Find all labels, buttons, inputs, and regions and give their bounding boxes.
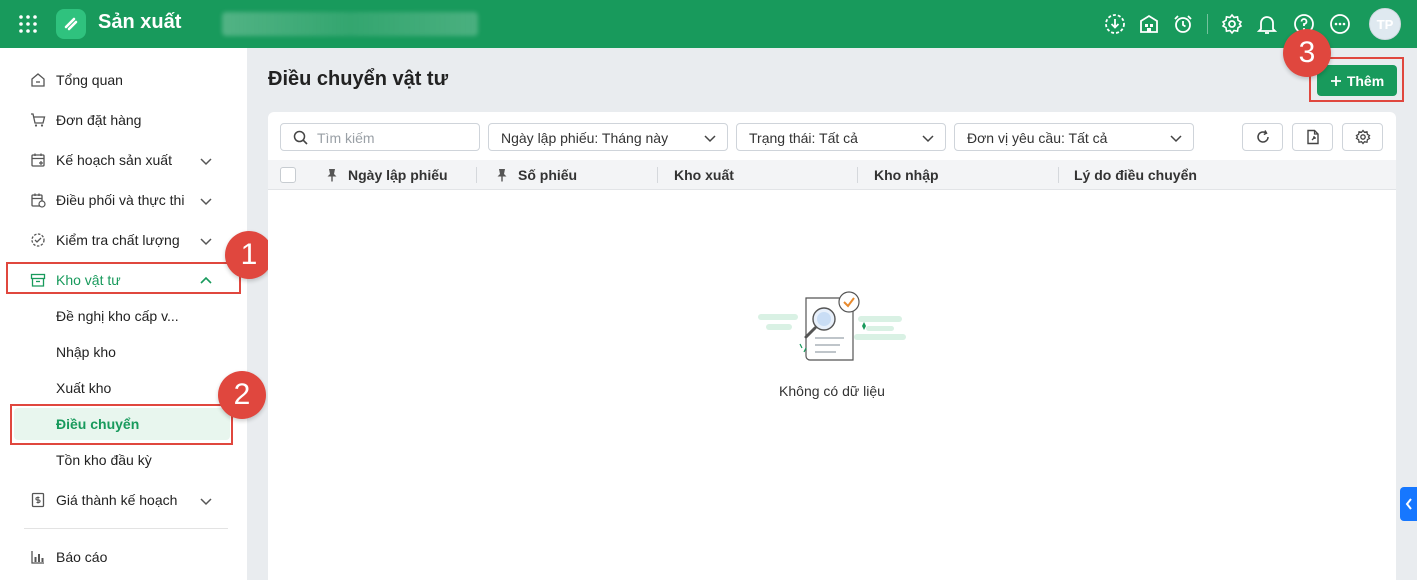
unit-filter-select[interactable]: Đơn vị yêu cầu: Tất cả: [954, 123, 1194, 151]
table-header: Ngày lập phiếu Số phiếu Kho xuất Kho nhậ…: [268, 160, 1396, 190]
chevron-down-icon: [200, 498, 212, 506]
annotation-box-step1: [6, 262, 241, 294]
avatar[interactable]: TP: [1369, 8, 1401, 40]
search-icon: [293, 130, 308, 145]
sidebar-subitem-label: Nhập kho: [56, 344, 116, 360]
apps-grid-icon[interactable]: [18, 14, 38, 34]
chevron-down-icon: [200, 238, 212, 246]
unit-filter-value: Đơn vị yêu cầu: Tất cả: [967, 130, 1108, 146]
logo-mark-icon: [64, 17, 78, 31]
sidebar-divider: [24, 528, 228, 529]
toolbar-divider: [1207, 14, 1208, 34]
alarm-clock-icon[interactable]: [1171, 12, 1195, 36]
top-bar: Sản xuất TP: [0, 0, 1417, 48]
sidebar: Tổng quan Đơn đặt hàng Kế hoạch sản xuất…: [0, 48, 247, 580]
more-icon[interactable]: [1328, 12, 1352, 36]
sidebar-subitem-label: Đề nghị kho cấp v...: [56, 308, 179, 324]
sidebar-subitem-label: Xuất kho: [56, 380, 112, 396]
annotation-badge-step3: 3: [1283, 29, 1331, 77]
page-title: Điều chuyển vật tư: [268, 68, 449, 90]
sidebar-item-planned-cost[interactable]: Giá thành kế hoạch: [0, 480, 247, 520]
refresh-button[interactable]: [1242, 123, 1283, 151]
sidebar-item-dispatch[interactable]: Điều phối và thực thi: [0, 180, 247, 220]
annotation-box-step2: [10, 404, 233, 445]
avatar-initials: TP: [1376, 16, 1394, 32]
select-all-checkbox[interactable]: [280, 167, 296, 183]
chevron-down-icon: [922, 135, 934, 143]
sidebar-item-label: Kiểm tra chất lượng: [56, 232, 180, 248]
sidebar-subitem-issue[interactable]: Xuất kho: [0, 370, 247, 406]
sidebar-item-overview[interactable]: Tổng quan: [0, 60, 247, 100]
column-divider: [476, 167, 477, 183]
app-logo[interactable]: [56, 9, 86, 39]
cost-icon: [31, 492, 45, 508]
chevron-down-icon: [704, 135, 716, 143]
building-icon[interactable]: [1137, 12, 1161, 36]
gear-icon[interactable]: [1220, 12, 1244, 36]
panel-collapse-tab[interactable]: [1400, 487, 1417, 521]
calendar-clock-icon: [31, 193, 46, 208]
chevron-down-icon: [1170, 135, 1182, 143]
date-filter-select[interactable]: Ngày lập phiếu: Tháng này: [488, 123, 728, 151]
annotation-badge-step2: 2: [218, 371, 266, 419]
blurred-company-name: [222, 12, 478, 36]
app-title: Sản xuất: [98, 11, 182, 33]
pin-icon[interactable]: [326, 168, 338, 182]
cart-icon: [31, 113, 46, 127]
sidebar-subitem-request[interactable]: Đề nghị kho cấp v...: [0, 298, 247, 334]
column-divider: [857, 167, 858, 183]
sidebar-subitem-label: Tồn kho đầu kỳ: [56, 452, 152, 468]
status-filter-value: Trạng thái: Tất cả: [749, 130, 858, 146]
column-divider: [657, 167, 658, 183]
chevron-left-icon: [1405, 498, 1412, 510]
bell-icon[interactable]: [1255, 12, 1279, 36]
sidebar-subitem-receipt[interactable]: Nhập kho: [0, 334, 247, 370]
chart-icon: [31, 551, 44, 564]
column-header-date[interactable]: Ngày lập phiếu: [348, 167, 448, 183]
sidebar-item-label: Giá thành kế hoạch: [56, 492, 178, 508]
chevron-down-icon: [200, 198, 212, 206]
gear-icon: [1355, 129, 1370, 145]
download-icon[interactable]: [1103, 12, 1127, 36]
calendar-plan-icon: [31, 153, 45, 167]
chevron-down-icon: [200, 158, 212, 166]
column-divider: [1058, 167, 1059, 183]
sidebar-subitem-opening-stock[interactable]: Tồn kho đầu kỳ: [0, 442, 247, 478]
sidebar-item-label: Điều phối và thực thi: [56, 192, 185, 208]
sidebar-item-label: Kế hoạch sản xuất: [56, 152, 172, 168]
file-export-icon: [1306, 129, 1319, 145]
content-card: Tìm kiếm Ngày lập phiếu: Tháng này Trạng…: [268, 112, 1396, 580]
column-header-target-warehouse[interactable]: Kho nhập: [874, 167, 939, 183]
annotation-badge-step1: 1: [225, 231, 273, 279]
search-input[interactable]: Tìm kiếm: [280, 123, 480, 151]
date-filter-value: Ngày lập phiếu: Tháng này: [501, 130, 669, 146]
empty-state-illustration: [758, 291, 906, 361]
quality-check-icon: [31, 233, 45, 247]
settings-button[interactable]: [1342, 123, 1383, 151]
search-placeholder: Tìm kiếm: [317, 130, 375, 146]
column-header-source-warehouse[interactable]: Kho xuất: [674, 167, 734, 183]
status-filter-select[interactable]: Trạng thái: Tất cả: [736, 123, 946, 151]
empty-state-text: Không có dữ liệu: [779, 383, 885, 399]
sidebar-item-label: Báo cáo: [56, 549, 108, 565]
sidebar-item-orders[interactable]: Đơn đặt hàng: [0, 100, 247, 140]
refresh-icon: [1256, 130, 1269, 143]
export-button[interactable]: [1292, 123, 1333, 151]
sidebar-item-label: Đơn đặt hàng: [56, 112, 142, 128]
column-header-reason[interactable]: Lý do điều chuyển: [1074, 167, 1197, 183]
sidebar-item-production-plan[interactable]: Kế hoạch sản xuất: [0, 140, 247, 180]
column-header-number[interactable]: Số phiếu: [518, 167, 577, 183]
sidebar-item-label: Tổng quan: [56, 72, 123, 88]
pin-icon[interactable]: [496, 168, 508, 182]
sidebar-item-reports[interactable]: Báo cáo: [0, 537, 247, 577]
home-icon: [31, 73, 45, 87]
sidebar-item-quality[interactable]: Kiểm tra chất lượng: [0, 220, 247, 260]
